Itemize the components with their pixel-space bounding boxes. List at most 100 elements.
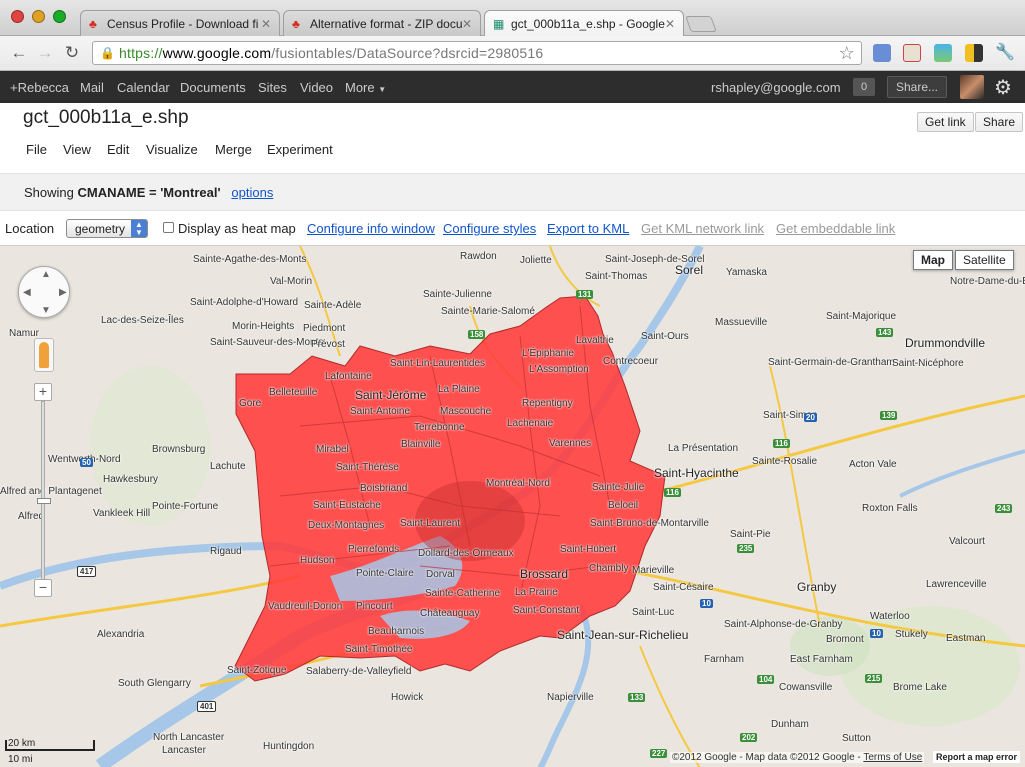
gbar-link-mail[interactable]: Mail <box>80 80 104 95</box>
place-label: East Farnham <box>790 654 853 665</box>
place-label: Lawrenceville <box>926 579 987 590</box>
highway-shield: 227 <box>650 749 668 758</box>
place-label: Farnham <box>704 654 745 665</box>
map-type-satellite-button[interactable]: Satellite <box>955 250 1014 270</box>
gbar-link-sites[interactable]: Sites <box>258 80 287 95</box>
filter-condition: CMANAME = 'Montreal' <box>77 185 221 200</box>
zoom-slider-handle[interactable] <box>37 498 51 504</box>
window-zoom-button[interactable] <box>53 10 66 23</box>
avatar[interactable] <box>960 75 984 99</box>
place-label: Hudson <box>300 555 335 566</box>
gbar-share-button[interactable]: Share... <box>887 76 947 98</box>
calendar-extension-icon[interactable] <box>903 44 921 62</box>
more-label: More <box>345 80 375 95</box>
pan-left-icon[interactable]: ◀ <box>23 287 31 298</box>
map-options-bar: Location geometry ▲ ▼ Display as heat map… <box>0 214 1025 244</box>
heatmap-checkbox[interactable] <box>163 222 174 233</box>
gbar-link-more[interactable]: More ▼ <box>345 80 386 95</box>
pan-down-icon[interactable]: ▼ <box>41 305 51 316</box>
scale-km: 20 km <box>8 738 36 749</box>
place-label: Hawkesbury <box>103 474 159 485</box>
back-arrow-icon[interactable]: ← <box>8 42 30 64</box>
place-label: L'Épiphanie <box>522 348 574 359</box>
map-attribution: ©2012 Google - Map data ©2012 Google - T… <box>670 752 925 763</box>
place-label: Saint-Luc <box>632 607 675 618</box>
highway-shield: 50 <box>80 458 93 467</box>
place-label: Rigaud <box>210 546 242 557</box>
configure-styles-link[interactable]: Configure styles <box>443 221 536 236</box>
wrench-icon[interactable]: 🔧 <box>995 44 1015 62</box>
menu-edit[interactable]: Edit <box>107 142 129 157</box>
window-close-button[interactable] <box>11 10 24 23</box>
window-minimize-button[interactable] <box>32 10 45 23</box>
place-label: Saint-Laurent <box>400 518 461 529</box>
extension-icon[interactable] <box>873 44 891 62</box>
notification-count[interactable]: 0 <box>853 78 875 96</box>
filter-options-link[interactable]: options <box>231 185 273 200</box>
gbar-link-calendar[interactable]: Calendar <box>117 80 170 95</box>
place-label: Howick <box>391 692 424 703</box>
place-label: Massueville <box>715 317 768 328</box>
menu-file[interactable]: File <box>26 142 47 157</box>
menu-merge[interactable]: Merge <box>215 142 252 157</box>
export-kml-link[interactable]: Export to KML <box>547 221 629 236</box>
pan-control[interactable]: ▲ ▼ ◀ ▶ <box>18 266 70 318</box>
place-label: Saint-Thérèse <box>336 462 399 473</box>
place-label: Beloeil <box>608 500 639 511</box>
browser-tab-alternative-format[interactable]: ♣ Alternative format - ZIP docu ✕ <box>283 10 481 37</box>
menu-experiment[interactable]: Experiment <box>267 142 333 157</box>
get-link-button[interactable]: Get link <box>917 112 974 132</box>
place-label: Napierville <box>547 692 594 703</box>
close-icon[interactable]: ✕ <box>462 17 472 31</box>
bookmark-star-icon[interactable]: ☆ <box>839 43 855 64</box>
map-type-map-button[interactable]: Map <box>913 250 953 270</box>
highway-shield: 139 <box>880 411 898 420</box>
configure-info-window-link[interactable]: Configure info window <box>307 221 435 236</box>
place-label: Eastman <box>946 633 986 644</box>
street-view-pegman-icon[interactable] <box>34 338 54 372</box>
place-label: Dunham <box>771 719 809 730</box>
place-label: Varennes <box>549 438 592 449</box>
zoom-in-button[interactable]: + <box>34 383 52 401</box>
place-label: Cowansville <box>779 682 833 693</box>
place-label: Bromont <box>826 634 864 645</box>
menu-view[interactable]: View <box>63 142 91 157</box>
place-label: Contrecoeur <box>603 356 659 367</box>
phone-extension-icon[interactable] <box>965 44 983 62</box>
zoom-slider-rail[interactable] <box>41 401 45 584</box>
reload-icon[interactable]: ↻ <box>61 42 83 64</box>
location-select[interactable]: geometry ▲ ▼ <box>66 219 148 238</box>
forward-arrow-icon[interactable]: → <box>34 42 56 64</box>
filter-bar: Showing CMANAME = 'Montreal' options <box>0 173 1025 211</box>
share-button[interactable]: Share <box>975 112 1024 132</box>
scale-mi: 10 mi <box>8 754 33 765</box>
place-label: Sainte-Julie <box>592 482 645 493</box>
zoom-out-button[interactable]: − <box>34 579 52 597</box>
menu-visualize[interactable]: Visualize <box>146 142 198 157</box>
gbar-link-plus[interactable]: +Rebecca <box>10 80 69 95</box>
photo-extension-icon[interactable] <box>934 44 952 62</box>
browser-tab-census-profile[interactable]: ♣ Census Profile - Download fi ✕ <box>80 10 280 37</box>
place-label: Saint-Jean-sur-Richelieu <box>557 628 689 642</box>
place-label: Terrebonne <box>414 422 465 433</box>
new-tab-button[interactable] <box>685 16 717 32</box>
gear-icon[interactable]: ⚙ <box>994 75 1012 100</box>
terms-of-use-link[interactable]: Terms of Use <box>863 752 922 763</box>
select-arrows-icon: ▲ ▼ <box>131 220 147 237</box>
gbar-link-video[interactable]: Video <box>300 80 333 95</box>
user-email[interactable]: rshapley@google.com <box>711 80 841 95</box>
pan-up-icon[interactable]: ▲ <box>41 269 51 280</box>
address-bar[interactable]: 🔒 https://www.google.com/fusiontables/Da… <box>92 41 862 65</box>
highway-shield: 133 <box>628 693 646 702</box>
pan-right-icon[interactable]: ▶ <box>59 287 67 298</box>
report-map-error-link[interactable]: Report a map error <box>933 751 1021 763</box>
close-icon[interactable]: ✕ <box>261 17 271 31</box>
place-label: Morin-Heights <box>232 321 295 332</box>
gbar-link-documents[interactable]: Documents <box>180 80 246 95</box>
place-label: Huntingdon <box>263 741 315 752</box>
place-label: Repentigny <box>522 398 573 409</box>
browser-tab-fusion-table[interactable]: ▦ gct_000b11a_e.shp - Google ✕ <box>484 10 684 38</box>
place-label: Waterloo <box>870 611 910 622</box>
map-canvas[interactable]: Sainte-Agathe-des-Monts Rawdon Joliette … <box>0 245 1025 767</box>
close-icon[interactable]: ✕ <box>665 17 675 31</box>
